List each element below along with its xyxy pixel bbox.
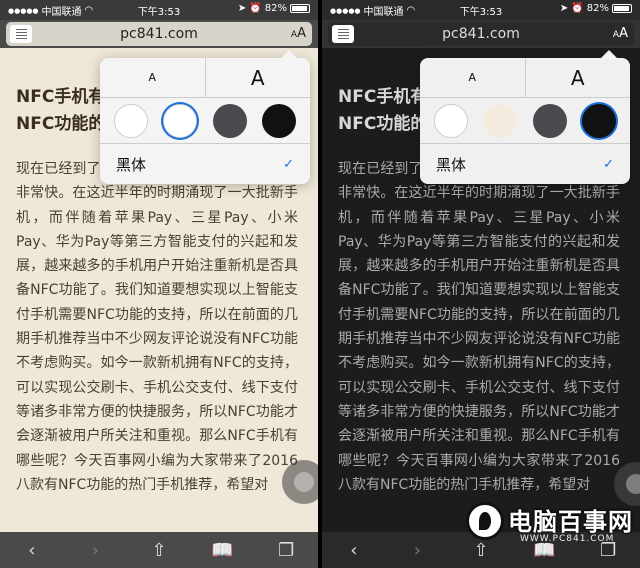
address-bar: pc841.com AA [322, 20, 640, 48]
reader-settings-popover: A A 黑体 ✓ [100, 50, 310, 184]
status-bar: ●●●●● 中国联通 ◠ 下午3:53 ➤ ⏰ 82% [0, 0, 318, 20]
reader-settings-popover: A A 黑体 ✓ [420, 50, 630, 184]
address-bar: pc841.com AA [0, 20, 318, 48]
font-family-row[interactable]: 黑体 ✓ [420, 144, 630, 184]
bookmarks-icon[interactable]: 📖 [208, 540, 238, 561]
theme-white-swatch[interactable] [433, 103, 468, 138]
forward-icon[interactable]: › [402, 540, 432, 561]
url-text: pc841.com [120, 26, 198, 42]
location-icon: ➤ [237, 3, 247, 14]
article-body: 现在已经到了智能支付时代，移动支付发展得非常快。在这近半年的时期涌现了一大批新手… [16, 161, 298, 493]
article-body: 现在已经到了智能支付时代，移动支付发展得非常快。在这近半年的时期涌现了一大批新手… [338, 161, 620, 493]
font-size-row: A A [420, 58, 630, 98]
url-field[interactable]: pc841.com AA [328, 22, 634, 46]
watermark-logo-icon [466, 502, 504, 540]
reader-sepia-screen: ●●●●● 中国联通 ◠ 下午3:53 ➤ ⏰ 82% pc841.com AA… [0, 0, 318, 568]
battery-info: ➤ ⏰ 82% [238, 3, 310, 14]
font-name: 黑体 [116, 155, 147, 174]
theme-gray-swatch[interactable] [212, 103, 247, 138]
theme-gray-swatch[interactable] [532, 103, 567, 138]
status-bar: ●●●●● 中国联通 ◠ 下午3:53 ➤ ⏰ 82% [322, 0, 640, 20]
font-family-row[interactable]: 黑体 ✓ [100, 144, 310, 184]
back-icon[interactable]: ‹ [17, 540, 47, 561]
font-size-row: A A [100, 58, 310, 98]
alarm-icon: ⏰ [571, 3, 584, 14]
tabs-icon[interactable]: ❐ [271, 540, 301, 561]
theme-white-swatch[interactable] [113, 103, 148, 138]
battery-icon [612, 4, 632, 13]
checkmark-icon: ✓ [603, 156, 614, 172]
theme-row [100, 98, 310, 144]
share-icon[interactable]: ⇧ [144, 540, 174, 561]
battery-percent: 82% [586, 3, 609, 14]
location-icon: ➤ [559, 3, 569, 14]
url-text: pc841.com [442, 26, 520, 42]
theme-sepia-swatch[interactable] [483, 103, 518, 138]
back-icon[interactable]: ‹ [339, 540, 369, 561]
battery-info: ➤ ⏰ 82% [560, 3, 632, 14]
assistive-touch-button[interactable] [282, 460, 318, 504]
decrease-font-button[interactable]: A [420, 58, 526, 97]
theme-black-swatch[interactable] [582, 103, 617, 138]
increase-font-button[interactable]: A [206, 58, 311, 97]
text-size-button[interactable]: AA [291, 26, 306, 41]
site-watermark: 电脑百事网 WWW.PC841.COM [466, 500, 636, 552]
theme-row [420, 98, 630, 144]
alarm-icon: ⏰ [249, 3, 262, 14]
bottom-toolbar: ‹ › ⇧ 📖 ❐ [0, 532, 318, 568]
reader-dark-screen: ●●●●● 中国联通 ◠ 下午3:53 ➤ ⏰ 82% pc841.com AA… [322, 0, 640, 568]
checkmark-icon: ✓ [283, 156, 294, 172]
text-size-button[interactable]: AA [613, 26, 628, 41]
battery-icon [290, 4, 310, 13]
watermark-title: 电脑百事网 [508, 508, 633, 536]
theme-sepia-swatch[interactable] [163, 103, 198, 138]
theme-black-swatch[interactable] [262, 103, 297, 138]
watermark-url: WWW.PC841.COM [520, 534, 615, 544]
forward-icon[interactable]: › [80, 540, 110, 561]
font-name: 黑体 [436, 155, 467, 174]
decrease-font-button[interactable]: A [100, 58, 206, 97]
increase-font-button[interactable]: A [526, 58, 631, 97]
url-field[interactable]: pc841.com AA [6, 22, 312, 46]
battery-percent: 82% [264, 3, 287, 14]
